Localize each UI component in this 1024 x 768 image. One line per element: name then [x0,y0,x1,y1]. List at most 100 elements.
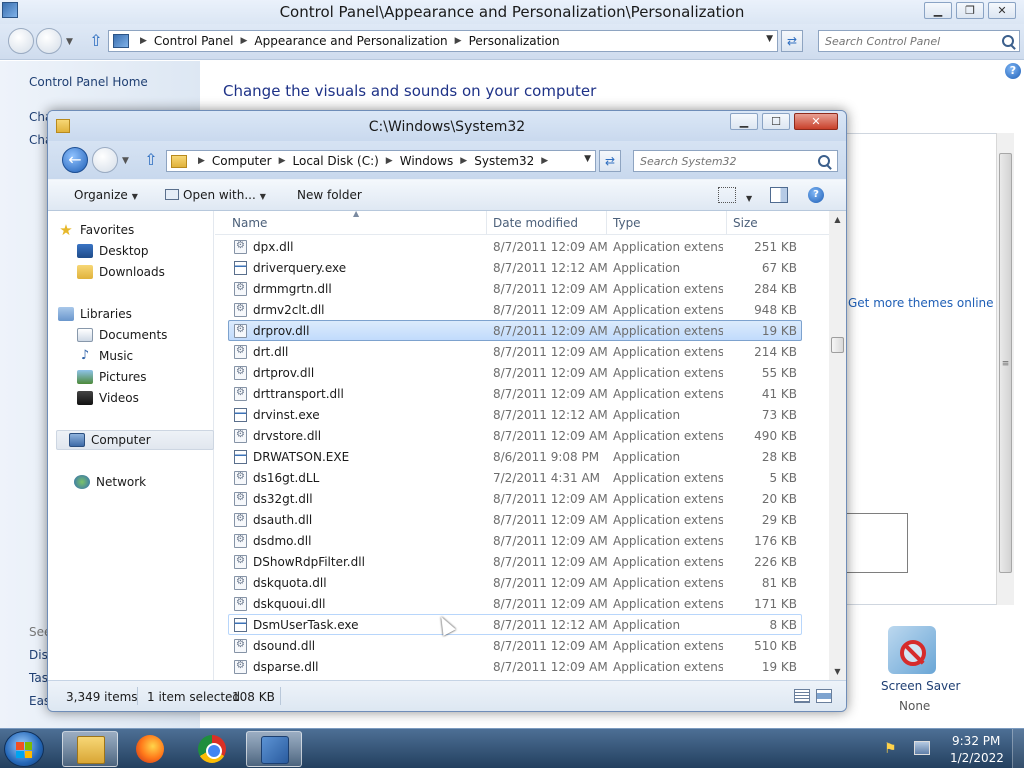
themes-scrollbar[interactable]: ≡ [996,133,1014,605]
nav-downloads[interactable]: Downloads [77,262,165,282]
nav-desktop[interactable]: Desktop [77,241,149,261]
taskbar-control-panel[interactable] [246,731,302,767]
file-row[interactable]: dsauth.dll 8/7/2011 12:09 AM Application e… [228,509,802,530]
breadcrumb-chevron-icon[interactable]: ▶ [455,36,462,46]
nav-libraries[interactable]: Libraries [58,304,132,324]
recent-pages-dropdown[interactable]: ▼ [66,37,73,47]
nav-documents[interactable]: Documents [77,325,167,345]
file-row[interactable]: ds32gt.dll 8/7/2011 12:09 AM Application e… [228,488,802,509]
file-row[interactable]: drprov.dll 8/7/2011 12:09 AM Application e… [228,320,802,341]
file-row[interactable]: drvstore.dll 8/7/2011 12:09 AM Application… [228,425,802,446]
file-row[interactable]: dpx.dll 8/7/2011 12:09 AM Application exte… [228,236,802,257]
column-header-size[interactable]: Size [733,216,758,230]
nav-computer[interactable]: Computer [56,430,214,450]
help-icon[interactable]: ? [1005,63,1021,79]
scrollbar-thumb[interactable]: ≡ [999,153,1012,573]
nav-network[interactable]: Network [74,472,146,492]
file-row[interactable]: dsparse.dll 8/7/2011 12:09 AM Application … [228,656,802,677]
breadcrumb-windows[interactable]: Windows [400,154,454,168]
open-with-button[interactable]: Open with... ▼ [165,188,266,202]
file-row[interactable]: drtprov.dll 8/7/2011 12:09 AM Application … [228,362,802,383]
file-row[interactable]: dskquoui.dll 8/7/2011 12:09 AM Application… [228,593,802,614]
control-panel-search-input[interactable] [818,30,1020,52]
taskbar-chrome[interactable] [184,731,240,767]
clock-time[interactable]: 9:32 PM [952,734,1000,748]
breadcrumb-personalization[interactable]: Personalization [469,34,560,48]
large-icons-view-icon[interactable] [816,689,832,703]
screen-saver-icon[interactable] [888,626,936,674]
breadcrumb-chevron-icon[interactable]: ▶ [241,36,248,46]
file-row[interactable]: dsound.dll 8/7/2011 12:09 AM Application e… [228,635,802,656]
nav-favorites[interactable]: ★ Favorites [58,220,134,240]
file-row[interactable]: drttransport.dll 8/7/2011 12:09 AM Applica… [228,383,802,404]
column-header-name[interactable]: Name [232,216,267,230]
taskbar-firefox[interactable] [122,731,178,767]
explorer-search-input[interactable] [633,150,838,172]
breadcrumb-chevron-icon[interactable]: ▶ [140,36,147,46]
forward-button[interactable] [92,147,118,173]
breadcrumb-chevron-icon[interactable]: ▶ [386,156,393,166]
close-button[interactable]: ✕ [794,113,838,130]
file-row[interactable]: drvinst.exe 8/7/2011 12:12 AM Application 7… [228,404,802,425]
back-button[interactable]: ← [62,147,88,173]
breadcrumb-chevron-icon[interactable]: ▶ [279,156,286,166]
file-row[interactable]: drt.dll 8/7/2011 12:09 AM Application exte… [228,341,802,362]
column-divider[interactable] [606,211,607,235]
show-desktop-button[interactable] [1012,729,1024,768]
theme-thumbnail[interactable] [846,513,908,573]
network-tray-icon[interactable] [914,741,930,755]
action-center-flag-icon[interactable]: ⚑ [884,741,897,757]
help-icon[interactable]: ? [808,187,824,203]
search-icon[interactable] [1002,35,1014,47]
close-button[interactable]: ✕ [988,2,1016,19]
minimize-button[interactable]: ▁ [730,113,758,130]
explorer-address-bar[interactable]: ▶ Computer ▶ Local Disk (C:) ▶ Windows ▶… [166,150,596,172]
scrollbar-thumb[interactable] [831,337,844,353]
column-header-type[interactable]: Type [613,216,641,230]
breadcrumb-computer[interactable]: Computer [212,154,272,168]
file-row[interactable]: DShowRdpFilter.dll 8/7/2011 12:09 AM Appli… [228,551,802,572]
file-row[interactable]: DsmUserTask.exe 8/7/2011 12:12 AM Applicat… [228,614,802,635]
details-view-icon[interactable] [794,689,810,703]
file-row[interactable]: dsdmo.dll 8/7/2011 12:09 AM Application ex… [228,530,802,551]
maximize-button[interactable]: ☐ [762,113,790,130]
breadcrumb-local-disk[interactable]: Local Disk (C:) [293,154,379,168]
file-row[interactable]: drmmgrtn.dll 8/7/2011 12:09 AM Application… [228,278,802,299]
file-row[interactable]: DRWATSON.EXE 8/6/2011 9:08 PM Application 2… [228,446,802,467]
refresh-button[interactable]: ⇄ [599,150,621,172]
nav-videos[interactable]: Videos [77,388,139,408]
column-divider[interactable] [726,211,727,235]
up-arrow-icon[interactable]: ⇧ [88,32,104,50]
organize-button[interactable]: Organize ▼ [74,188,138,202]
change-view-icon[interactable] [718,187,736,203]
back-button[interactable] [8,28,34,54]
forward-button[interactable] [36,28,62,54]
search-icon[interactable] [818,155,830,167]
nav-music[interactable]: ♪ Music [77,346,133,366]
start-button[interactable] [4,731,44,767]
minimize-button[interactable]: ▁ [924,2,952,19]
control-panel-home-link[interactable]: Control Panel Home [29,75,148,89]
breadcrumb-system32[interactable]: System32 [474,154,534,168]
file-row[interactable]: drmv2clt.dll 8/7/2011 12:09 AM Application… [228,299,802,320]
column-divider[interactable] [486,211,487,235]
up-arrow-icon[interactable]: ⇧ [143,151,159,169]
file-row[interactable]: dskquota.dll 8/7/2011 12:09 AM Application… [228,572,802,593]
preview-pane-icon[interactable] [770,187,788,203]
file-row[interactable]: ds16gt.dLL 7/2/2011 4:31 AM Application ex… [228,467,802,488]
file-list-scrollbar[interactable]: ▲ ▼ [829,211,846,680]
address-dropdown-icon[interactable]: ▼ [584,154,591,164]
view-options-dropdown[interactable]: ▼ [742,190,752,204]
scroll-up-arrow-icon[interactable]: ▲ [829,211,846,228]
breadcrumb-appearance[interactable]: Appearance and Personalization [254,34,447,48]
restore-button[interactable]: ❐ [956,2,984,19]
breadcrumb-chevron-icon[interactable]: ▶ [198,156,205,166]
control-panel-address-bar[interactable]: ▶ Control Panel ▶ Appearance and Persona… [108,30,778,52]
recent-pages-dropdown[interactable]: ▼ [122,156,129,166]
breadcrumb-chevron-icon[interactable]: ▶ [541,156,548,166]
taskbar-explorer[interactable] [62,731,118,767]
breadcrumb-chevron-icon[interactable]: ▶ [460,156,467,166]
address-dropdown-icon[interactable]: ▼ [766,34,773,44]
get-more-themes-link[interactable]: Get more themes online [848,296,994,310]
screen-saver-link[interactable]: Screen Saver [881,679,960,693]
